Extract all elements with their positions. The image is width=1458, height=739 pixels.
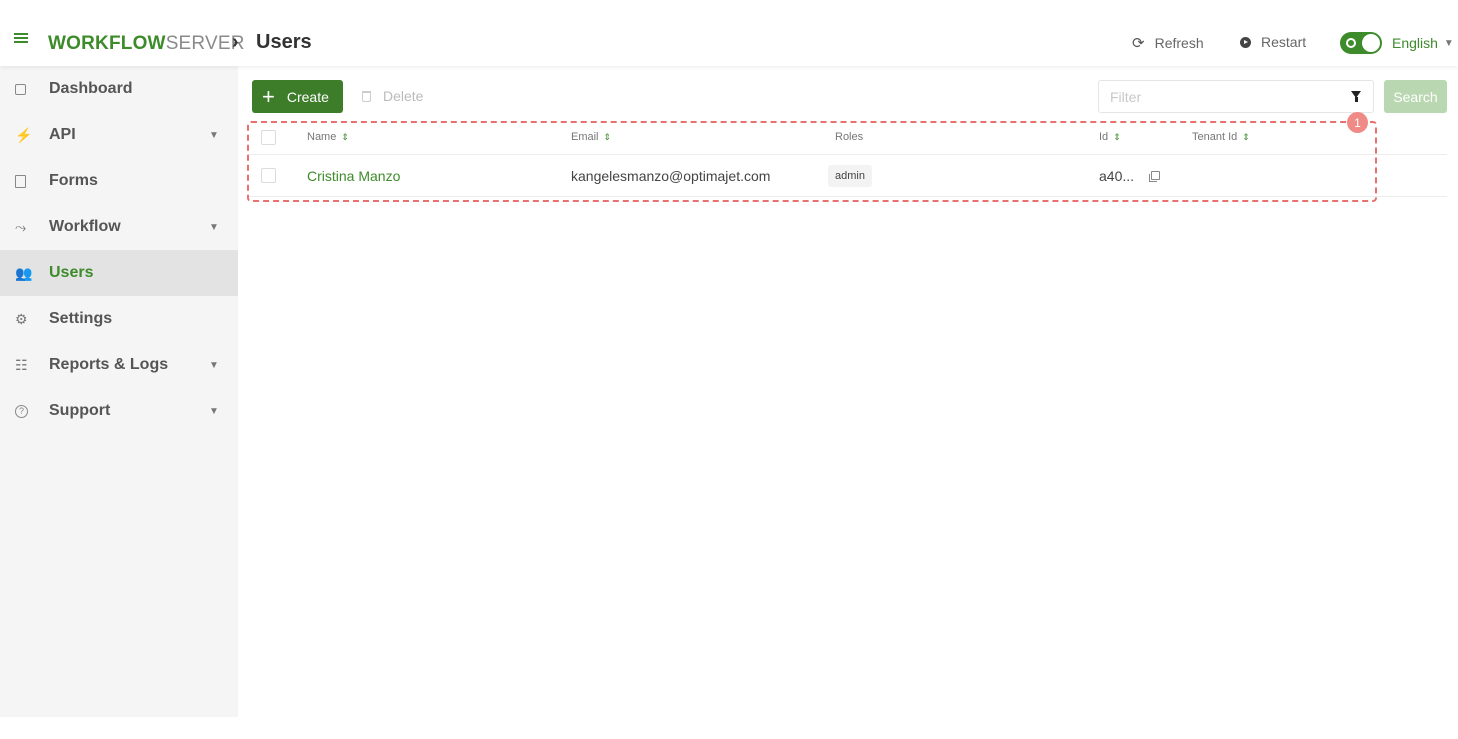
sidebar-item-settings[interactable]: ⚙ Settings (0, 296, 238, 342)
sidebar-item-support[interactable]: ? Support ▼ (0, 388, 238, 434)
sort-icon[interactable]: ⇕ (1113, 132, 1121, 142)
chevron-down-icon: ▼ (1443, 37, 1454, 49)
select-all-checkbox[interactable] (261, 129, 276, 145)
chevron-down-icon: ▼ (209, 359, 219, 371)
plus-icon: + (262, 83, 275, 109)
chevron-down-icon: ▼ (209, 129, 219, 141)
sidebar-item-label: Settings (49, 310, 113, 327)
sort-icon[interactable]: ⇕ (1242, 132, 1250, 142)
filter-funnel-icon[interactable] (1351, 91, 1361, 102)
restart-label: Restart (1261, 34, 1307, 50)
chevron-down-icon: ▼ (209, 221, 219, 233)
app-logo[interactable]: WORKFLOWSERVER (48, 33, 245, 55)
row-checkbox[interactable] (261, 168, 276, 183)
users-table: Name ⇕ Email ⇕ Roles Id ⇕ Tenant Id ⇕ Cr… (248, 120, 1447, 197)
delete-label: Delete (383, 88, 424, 104)
sidebar: Dashboard ⚡ API ▼ Forms ⤳ Workflow ▼ 👥 U… (0, 66, 238, 717)
refresh-icon: ⟳ (1132, 35, 1145, 52)
gears-icon: ⚙ (15, 310, 28, 327)
users-icon: 👥 (15, 264, 33, 281)
delete-button[interactable]: Delete (362, 88, 423, 104)
role-tag: admin (828, 164, 872, 187)
sidebar-item-reports-logs[interactable]: ☷ Reports & Logs ▼ (0, 342, 238, 388)
column-header-id[interactable]: Id ⇕ (1099, 120, 1121, 154)
table-header-row: Name ⇕ Email ⇕ Roles Id ⇕ Tenant Id ⇕ (248, 120, 1447, 155)
restart-button[interactable]: Restart (1240, 34, 1306, 50)
sidebar-item-users[interactable]: 👥 Users (0, 250, 238, 296)
sidebar-item-dashboard[interactable]: Dashboard (0, 66, 238, 112)
table-row[interactable]: Cristina Manzo kangelesmanzo@optimajet.c… (248, 155, 1447, 197)
app-header: WORKFLOWSERVER › Users ⟳ Refresh Restart… (0, 0, 1458, 66)
refresh-label: Refresh (1154, 35, 1204, 51)
column-header-tenant-id[interactable]: Tenant Id ⇕ (1192, 120, 1250, 154)
dashboard-icon (0, 83, 49, 95)
trash-icon (362, 90, 371, 102)
main-content: + Create Delete Search Name ⇕ Email ⇕ Ro… (238, 66, 1458, 717)
user-email: kangelesmanzo@optimajet.com (571, 167, 771, 184)
plug-icon: ⚡ (15, 126, 33, 143)
sidebar-item-label: Forms (49, 172, 98, 189)
sidebar-item-label: Support (49, 402, 111, 419)
language-select[interactable]: English ▼ (1392, 35, 1454, 51)
help-icon: ? (0, 404, 49, 418)
sidebar-item-label: Workflow (49, 218, 121, 235)
column-header-roles: Roles (835, 131, 864, 143)
create-label: Create (286, 88, 329, 105)
column-header-name[interactable]: Name ⇕ (307, 120, 349, 154)
play-circle-icon (1240, 36, 1251, 48)
sidebar-item-workflow[interactable]: ⤳ Workflow ▼ (0, 204, 238, 250)
annotation-badge: 1 (1347, 112, 1368, 133)
toggle-ring-icon (1346, 38, 1356, 48)
sidebar-item-forms[interactable]: Forms (0, 158, 238, 204)
sort-icon[interactable]: ⇕ (341, 132, 349, 142)
sidebar-item-api[interactable]: ⚡ API ▼ (0, 112, 238, 158)
breadcrumb-separator: › (232, 31, 239, 53)
sidebar-item-label: Users (49, 264, 94, 281)
refresh-button[interactable]: ⟳ Refresh (1132, 34, 1204, 52)
sidebar-item-label: Dashboard (49, 80, 133, 97)
page-title: Users (256, 31, 312, 53)
toggle-knob (1362, 34, 1380, 52)
filter-input[interactable] (1098, 80, 1374, 113)
column-header-email[interactable]: Email ⇕ (571, 120, 611, 154)
user-id: a40... (1099, 167, 1135, 184)
create-button[interactable]: + Create (252, 80, 343, 113)
chevron-down-icon: ▼ (209, 405, 219, 417)
language-label: English (1392, 35, 1438, 51)
form-icon (0, 174, 49, 188)
search-button[interactable]: Search (1384, 80, 1447, 113)
theme-toggle[interactable] (1340, 32, 1382, 54)
workflow-icon: ⤳ (15, 218, 27, 235)
hamburger-menu-icon[interactable] (14, 33, 28, 43)
sidebar-item-label: API (49, 126, 76, 143)
reports-icon: ☷ (15, 356, 28, 373)
user-name-link[interactable]: Cristina Manzo (307, 168, 400, 184)
copy-icon[interactable] (1149, 171, 1161, 182)
sidebar-item-label: Reports & Logs (49, 356, 169, 373)
sort-icon[interactable]: ⇕ (604, 132, 612, 142)
